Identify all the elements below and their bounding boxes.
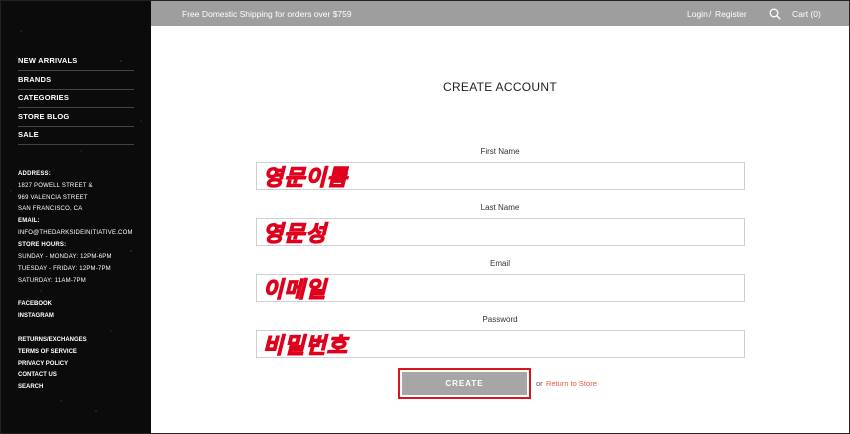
last-name-field[interactable] [256, 218, 745, 246]
contact-link[interactable]: CONTACT US [18, 372, 57, 378]
password-label: Password [482, 315, 518, 324]
or-text: or [536, 379, 543, 388]
cart-link[interactable]: Cart (0) [792, 9, 821, 19]
facebook-link[interactable]: FACEBOOK [18, 301, 52, 307]
store-email: INFO@THEDARKSIDEINITIATIVE.COM [18, 230, 133, 236]
email-field[interactable] [256, 274, 745, 302]
address-line-3: SAN FRANCISCO, CA [18, 206, 83, 212]
sidebar: NEW ARRIVALS BRANDS CATEGORIES STORE BLO… [1, 1, 151, 433]
address-line-1: 1827 POWELL STREET & [18, 183, 93, 189]
privacy-link[interactable]: PRIVACY POLICY [18, 361, 68, 367]
search-icon[interactable] [769, 7, 781, 20]
store-hours-label: STORE HOURS: [18, 242, 67, 248]
nav-categories[interactable]: CATEGORIES [18, 89, 134, 108]
nav-sale[interactable]: SALE [18, 126, 134, 145]
store-hours-2: TUESDAY - FRIDAY: 12PM-7PM [18, 266, 111, 272]
login-link[interactable]: Login [687, 9, 708, 19]
returns-link[interactable]: RETURNS/EXCHANGES [18, 337, 87, 343]
page-title: CREATE ACCOUNT [443, 80, 557, 94]
return-to-store-link[interactable]: Return to Store [546, 379, 597, 388]
register-link[interactable]: Register [715, 9, 747, 19]
store-hours-1: SUNDAY - MONDAY: 12PM-6PM [18, 254, 112, 260]
store-hours-3: SATURDAY: 11AM-7PM [18, 278, 86, 284]
terms-link[interactable]: TERMS OF SERVICE [18, 349, 77, 355]
address-label: ADDRESS: [18, 171, 51, 177]
search-link[interactable]: SEARCH [18, 384, 43, 390]
nav-new-arrivals[interactable]: NEW ARRIVALS [18, 52, 134, 71]
address-line-2: 969 VALENCIA STREET [18, 195, 88, 201]
login-separator: / [709, 9, 712, 19]
create-button[interactable]: CREATE [402, 372, 527, 395]
page-frame: NEW ARRIVALS BRANDS CATEGORIES STORE BLO… [0, 0, 850, 434]
shipping-promo: Free Domestic Shipping for orders over $… [182, 9, 352, 19]
nav-brands[interactable]: BRANDS [18, 71, 134, 90]
email-field-label: Email [489, 259, 510, 268]
top-bar: Free Domestic Shipping for orders over $… [151, 1, 849, 26]
last-name-label: Last Name [480, 203, 520, 212]
password-field[interactable] [256, 330, 745, 358]
first-name-field[interactable] [256, 162, 745, 190]
nav-store-blog[interactable]: STORE BLOG [18, 108, 134, 127]
first-name-label: First Name [480, 147, 520, 156]
email-label: EMAIL: [18, 218, 40, 224]
instagram-link[interactable]: INSTAGRAM [18, 313, 54, 319]
